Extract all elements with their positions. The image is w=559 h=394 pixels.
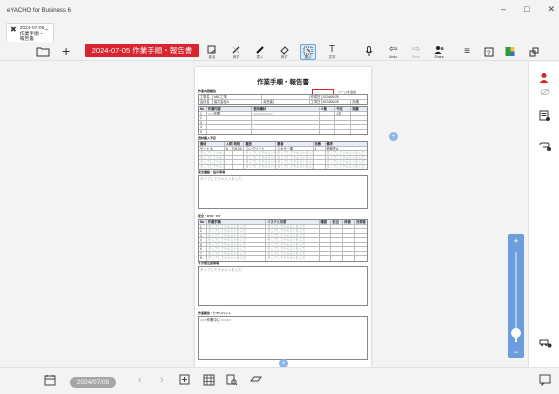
table-row[interactable]: タップしてテキストを入力 タップしてテキストを入力 タップしてテキストを入力 タ… xyxy=(199,164,367,169)
material-table: 資材 入荷 時刻 搬送 業者 台数 備考 ゲート A A 09:00 コンクリー… xyxy=(198,141,368,170)
pen-slash-icon xyxy=(232,46,240,53)
color-block-icon xyxy=(505,47,515,56)
table-row[interactable]: 5 xyxy=(199,129,367,134)
zoom-thumb[interactable] xyxy=(511,328,521,338)
add-page-button[interactable] xyxy=(179,374,190,388)
calendar-day-button[interactable] xyxy=(44,374,56,389)
share-users-icon xyxy=(434,45,443,54)
next-date-button[interactable]: › xyxy=(160,374,164,386)
material-section-label: 資材搬入予定 xyxy=(198,136,217,140)
tool-write[interactable]: 書く xyxy=(253,42,267,61)
calendar-grid-button[interactable] xyxy=(203,374,215,389)
maximize-button[interactable]: □ xyxy=(524,4,529,15)
document-title-button[interactable]: 2024-07-05 作業手順・報告書 xyxy=(85,44,199,57)
add-page-right-button[interactable]: + xyxy=(389,132,398,141)
tab-document[interactable]: ✖ 2024-07-05_作業手順・ 報告書 ✕ xyxy=(6,23,54,42)
red-user-icon xyxy=(539,73,549,83)
share-button[interactable]: Share xyxy=(431,42,447,61)
eraser-icon xyxy=(280,45,289,55)
document-page[interactable]: 作業手順・報告書 ページを追加 作業内容報告 工事名 ABC工事 作成日 202… xyxy=(195,67,371,367)
calendar-grid-icon xyxy=(203,374,215,386)
microphone-icon xyxy=(365,46,373,56)
footer-textarea[interactable]: ○○○作業中に○○○○○ xyxy=(198,316,368,360)
plus-icon: + xyxy=(62,43,71,59)
ky-points-textarea[interactable]: タップしてテキストを入力 xyxy=(198,266,368,306)
bottom-bar: 2024/07/05 ‹ › xyxy=(0,367,559,394)
header-section-label: 作業内容報告 xyxy=(198,89,217,93)
window-titlebar: eYACHO for Business 6 – □ ✕ xyxy=(0,0,559,22)
work-name-field[interactable]: ABC工事 xyxy=(213,95,263,99)
tool-text[interactable]: T 文字 xyxy=(325,42,339,61)
zoom-out-button[interactable]: − xyxy=(508,347,524,357)
window-controls: – □ ✕ xyxy=(501,4,555,15)
text-icon: T xyxy=(328,44,336,55)
company-field[interactable]: 協力会社A xyxy=(213,99,263,104)
comment-button[interactable] xyxy=(539,374,551,389)
undo-icon: ⇦ xyxy=(388,44,398,55)
calendar-day-icon xyxy=(44,375,56,386)
redo-icon: ⇨ xyxy=(411,44,421,55)
toolbar: + 2024-07-05 作業手順・報告書 戻る 消す 書く 消す 選ぶ T 文… xyxy=(0,42,559,61)
help-icon: ? xyxy=(484,47,494,57)
tool-eraser[interactable]: 消す xyxy=(277,42,291,61)
tool-select[interactable]: 選ぶ xyxy=(300,44,316,60)
tab-mini-close-icon[interactable]: ✕ xyxy=(46,27,49,32)
tab-close-icon[interactable]: ✖ xyxy=(10,26,17,34)
ky-table: No 作業手順 リスクと対策 確認 担当 評価 対策後 1 タップしてテキストを入… xyxy=(198,219,368,262)
tool-back[interactable]: 戻る xyxy=(205,42,219,61)
page-search-icon xyxy=(226,374,238,386)
link-gear-icon xyxy=(539,142,551,151)
add-page-icon xyxy=(179,374,190,385)
redo-button[interactable]: ⇨ Redo xyxy=(408,42,424,61)
hide-button[interactable] xyxy=(537,84,553,100)
undo-button[interactable]: ⇦ Undo xyxy=(385,42,401,61)
eye-off-icon xyxy=(540,88,550,96)
canvas-area[interactable]: 作業手順・報告書 ページを追加 作業内容報告 工事名 ABC工事 作成日 202… xyxy=(0,62,528,368)
ky-points-section-label: その他注意事項 xyxy=(198,261,220,265)
close-window-button[interactable]: ✕ xyxy=(547,4,555,15)
document-title: 作業手順・報告書 xyxy=(257,79,309,86)
zoom-slider-panel[interactable]: + − xyxy=(508,234,524,358)
vehicle-settings-button[interactable] xyxy=(537,334,553,350)
page-settings-button[interactable] xyxy=(537,108,553,124)
notice-textarea[interactable]: タップしてテキストを入力 xyxy=(198,175,368,209)
created-date-field[interactable]: 2024/06/28 xyxy=(322,95,367,98)
color-palette-button[interactable] xyxy=(504,42,516,61)
layout-icon xyxy=(529,47,539,56)
app-title: eYACHO for Business 6 xyxy=(7,8,71,14)
ky-section-label: 安全・KYK・KY xyxy=(198,214,221,218)
minimize-button[interactable]: – xyxy=(501,4,506,15)
layout-button[interactable] xyxy=(528,42,540,61)
task-table: No 作業内容 使用機材 人数 予定 実績 1 ○○○作業 ○○○○○○○○○○… xyxy=(198,106,368,135)
footer-section-label: 作業報告・ヒヤリハット xyxy=(198,311,232,315)
eraser-outline-icon xyxy=(250,376,262,382)
right-sidebar xyxy=(528,62,559,367)
header-row-2: 会社名 協力会社A 責任者 工事日 2024/06/28 天候 xyxy=(200,99,360,104)
zoom-in-button[interactable]: + xyxy=(508,236,524,246)
pen-icon xyxy=(256,45,264,54)
table-row[interactable]: 8 タップしてテキストを入力 タップしてテキストを入力 xyxy=(199,256,367,261)
notice-section-label: 安全連絡・指示事項 xyxy=(198,170,226,174)
search-page-button[interactable] xyxy=(226,374,238,389)
help-button[interactable]: ? xyxy=(483,42,495,61)
tab-bar: ✖ 2024-07-05_作業手順・ 報告書 ✕ xyxy=(0,22,559,42)
menu-button[interactable]: ≡ xyxy=(461,42,473,61)
work-date-field[interactable]: 2024/06/28 xyxy=(322,99,352,104)
truck-gear-icon xyxy=(539,339,551,347)
hamburger-icon: ≡ xyxy=(464,46,470,57)
eraser-tool-button[interactable] xyxy=(250,374,262,387)
page-gear-icon xyxy=(539,110,550,121)
header-info-table: 工事名 ABC工事 作成日 2024/06/28 会社名 協力会社A 責任者 工… xyxy=(198,94,368,105)
select-icon xyxy=(303,46,313,54)
prev-date-button[interactable]: ‹ xyxy=(138,374,142,386)
folder-icon xyxy=(36,47,50,57)
tool-mic[interactable] xyxy=(363,42,375,61)
date-selector[interactable]: 2024/07/05 xyxy=(70,377,116,388)
link-settings-button[interactable] xyxy=(537,138,553,154)
comment-icon xyxy=(539,374,551,387)
folder-button[interactable] xyxy=(36,42,50,61)
back-icon xyxy=(207,45,216,53)
new-document-button[interactable]: + xyxy=(62,42,70,61)
tool-eraser-pen[interactable]: 消す xyxy=(229,42,243,61)
